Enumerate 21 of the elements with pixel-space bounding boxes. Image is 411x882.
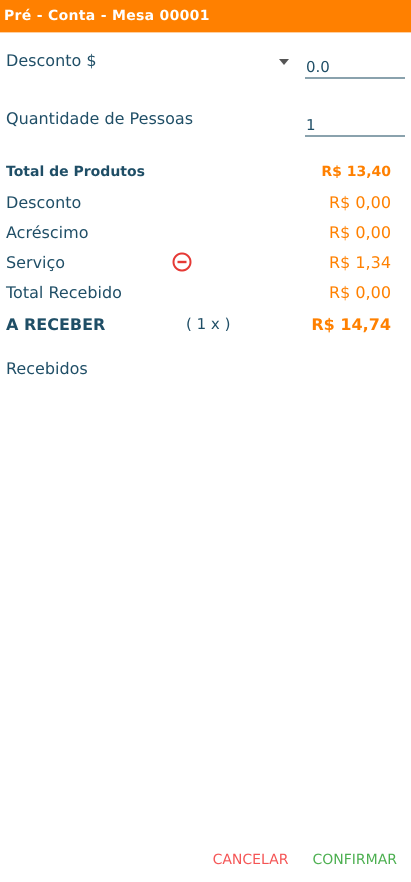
summary-label: Total Recebido: [6, 282, 123, 302]
field-label: Desconto $: [6, 51, 98, 70]
summary-label: Desconto: [6, 192, 82, 212]
dropdown-caret-icon[interactable]: [279, 59, 289, 65]
amount-value: R$ 0,00: [328, 222, 391, 242]
amount-value: R$ 0,00: [328, 192, 391, 212]
window-title: Pré - Conta - Mesa 00001: [4, 8, 210, 24]
amount-value: R$ 13,40: [321, 164, 391, 180]
input-field[interactable]: 0.0: [305, 57, 405, 79]
field-label: Quantidade de Pessoas: [6, 109, 194, 128]
summary-label: Acréscimo: [6, 222, 90, 242]
summary-label: A RECEBER: [6, 314, 106, 334]
amount-value: R$ 1,34: [328, 252, 391, 272]
section-heading: Recebidos: [5, 359, 89, 378]
summary-label: Total de Produtos: [6, 164, 146, 180]
summary-label: Serviço: [6, 252, 66, 272]
remove-icon[interactable]: [172, 252, 192, 272]
amount-value: R$ 0,00: [328, 282, 391, 302]
amount-value: R$ 14,74: [311, 314, 391, 334]
input-field[interactable]: 1: [305, 115, 405, 137]
multiplier-text: ( 1 x ): [186, 315, 230, 333]
